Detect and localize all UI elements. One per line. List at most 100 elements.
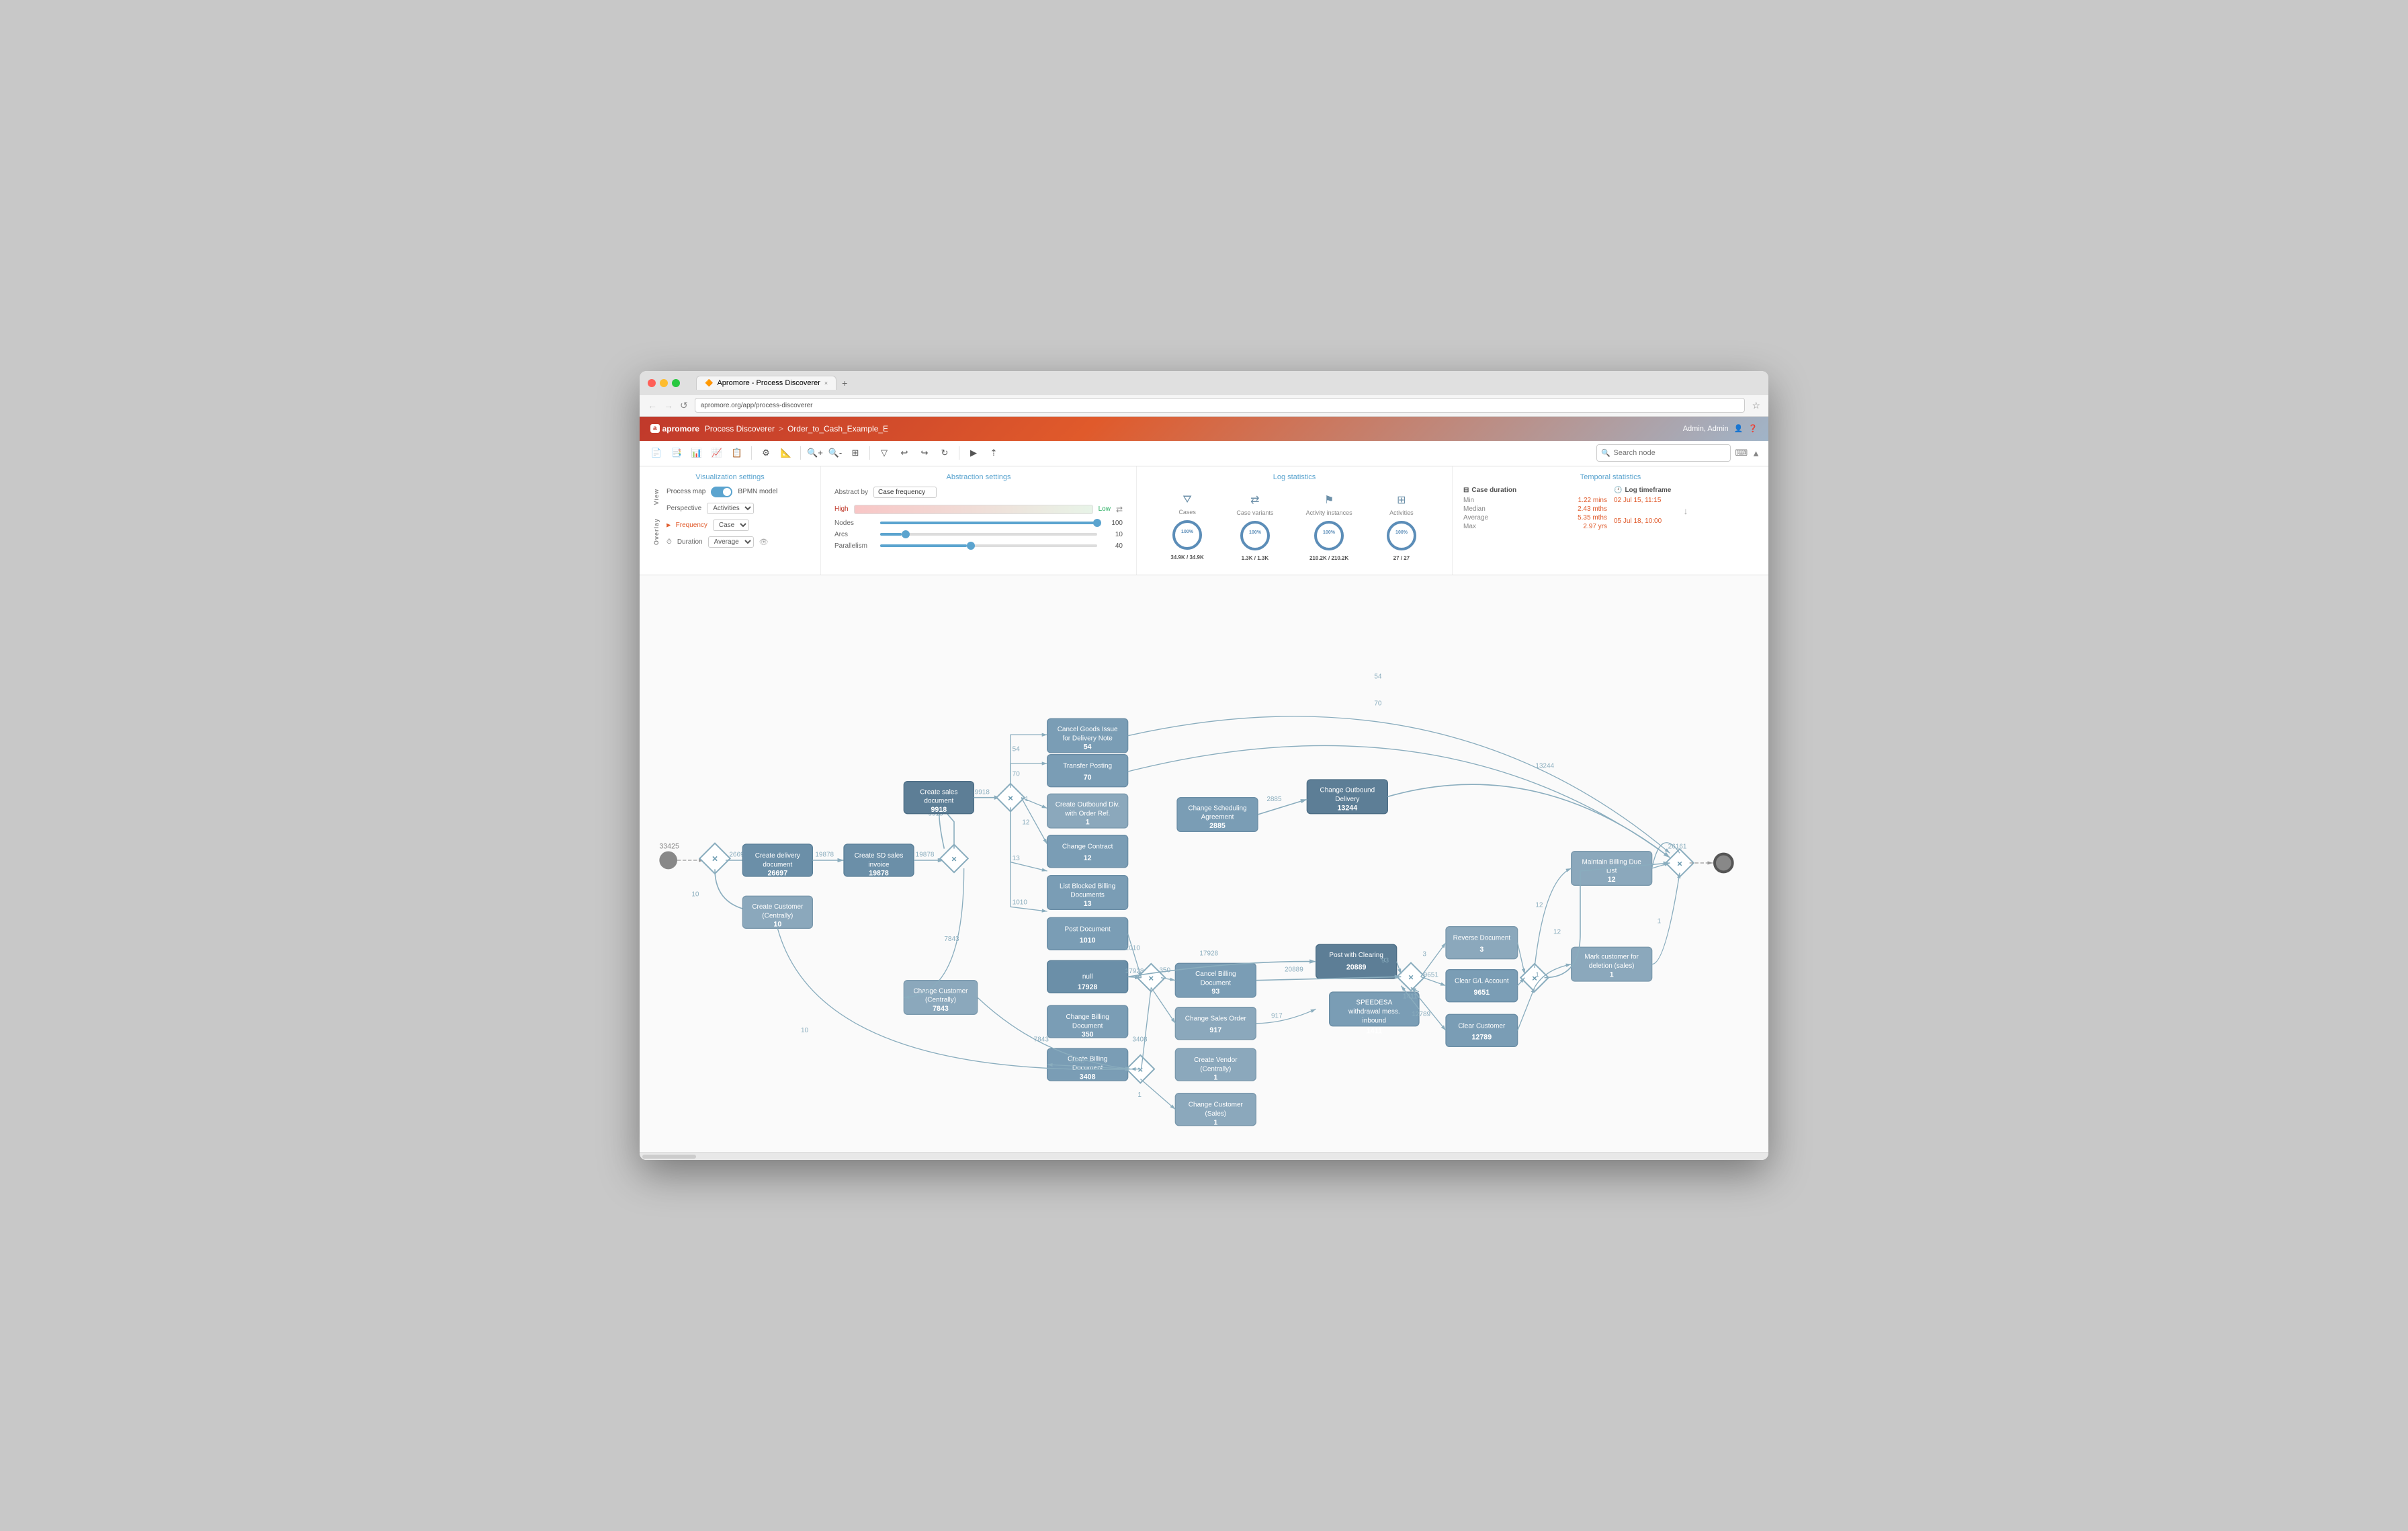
forward-button[interactable]: → [664,400,673,411]
end-event [1715,854,1733,872]
search-icon: 🔍 [1601,449,1610,458]
breadcrumb-process-discoverer[interactable]: Process Discoverer [705,424,775,433]
node-change-sales[interactable] [1175,1007,1256,1039]
node-clear-customer[interactable] [1446,1014,1518,1046]
filter-button[interactable]: ▽ [875,444,893,462]
redo-button[interactable]: ↪ [916,444,933,462]
cases-label: Cases [1178,509,1196,515]
nav-bar: ← → ↺ apromore.org/app/process-discovere… [640,395,1768,417]
node-pc-label: Post with Clearing [1329,952,1383,959]
node-outbound-label2: with Order Ref. [1064,810,1110,817]
play-button[interactable]: ▶ [965,444,982,462]
log-stats-items: ⛛ Cases 100% 34.9K / 34.9K ⇄ Case varian… [1148,487,1441,568]
app-header: a apromore Process Discoverer > Order_to… [640,417,1768,441]
variants-stat: ⇄ Case variants 100% 1.3K / 1.3K [1236,493,1273,561]
node-reverse[interactable] [1446,926,1518,958]
perspective-select[interactable]: Activities [707,503,754,514]
new-tab-button[interactable]: + [842,378,847,388]
bookmark-icon[interactable]: ☆ [1752,400,1760,411]
node-null-label: null [1082,973,1093,981]
view-toggle[interactable] [711,487,732,497]
process-diagram-area[interactable]: 33425 × 26697 10 Create delivery documen… [640,575,1768,1152]
zoom-out-button[interactable]: 🔍- [826,444,844,462]
edge-g3-cancel [1010,735,1047,788]
zoom-in-button[interactable]: 🔍+ [806,444,824,462]
node-transfer[interactable] [1047,754,1128,786]
toolbar-btn-4[interactable]: 📈 [708,444,726,462]
keyboard-icon[interactable]: ⌨ [1735,448,1748,458]
node-cancel-count: 54 [1084,743,1092,751]
fit-button[interactable]: ⊞ [847,444,864,462]
logo-icon: a [650,424,660,433]
duration-select[interactable]: Average [708,536,754,548]
address-bar[interactable]: apromore.org/app/process-discoverer [695,398,1746,413]
arcs-slider[interactable] [880,533,1097,536]
collapse-button[interactable]: ▲ [1752,448,1760,458]
cases-icon: ⛛ [1182,494,1191,506]
node-pc-count: 20889 [1346,963,1367,971]
frequency-select[interactable]: Case [713,520,749,531]
abstract-by-dropdown[interactable]: Case frequency [873,487,937,498]
user-name: Admin, Admin [1683,425,1729,433]
swap-icon[interactable]: ⇄ [1116,505,1123,514]
activities-label: Activities [1389,509,1414,516]
node-rev-label: Reverse Document [1453,934,1511,942]
node-post-label: Post Document [1065,925,1111,933]
toolbar-btn-1[interactable]: 📄 [648,444,665,462]
close-button[interactable] [648,379,656,387]
perspective-row: Perspective Activities [666,503,810,514]
node-customer-label: Create Customer [752,903,804,911]
duration-toggle-icon[interactable]: 👁 [759,538,769,546]
toolbar-btn-3[interactable]: 📊 [688,444,705,462]
toolbar-btn-7[interactable]: 📐 [777,444,795,462]
node-sd-label: Create SD sales [855,852,904,860]
node-contract-label: Change Contract [1062,843,1113,850]
toolbar-btn-5[interactable]: 📋 [728,444,746,462]
node-post-doc[interactable] [1047,917,1128,950]
node-list-label2: Documents [1070,891,1105,899]
reload-button[interactable]: ↺ [680,400,688,411]
minimize-button[interactable] [660,379,668,387]
node-contract[interactable] [1047,835,1128,867]
label-19878: 19878 [815,851,834,858]
label-10: 10 [691,891,699,898]
help-icon[interactable]: ❓ [1748,424,1758,433]
overlay-label: Overlay [653,518,660,545]
scrollbar-thumb[interactable] [642,1155,696,1159]
process-diagram-svg: 33425 × 26697 10 Create delivery documen… [640,575,1768,1149]
edge-rev-g6 [1518,942,1525,974]
node-delivery-label2: document [763,861,792,868]
maximize-button[interactable] [672,379,680,387]
node-sched-count: 2885 [1209,822,1226,830]
node-sp-label3: inbound [1363,1017,1387,1024]
node-cv-label: Create Vendor [1194,1057,1238,1064]
node-sales-label2: document [924,797,953,804]
duration-icon: ⏱ [666,538,672,546]
node-contract-count: 12 [1084,854,1092,862]
node-sp-count: 1411 [1367,1027,1382,1035]
browser-tab[interactable]: 🔶 Apromore - Process Discoverer × [696,376,836,390]
search-input[interactable] [1596,444,1731,462]
log-timeframe-col: 🕐 Log timeframe 02 Jul 15, 11:15 ↓ 05 Ju… [1614,487,1758,532]
node-clear-gl[interactable] [1446,969,1518,1001]
instances-value: 210.2K / 210.2K [1309,555,1348,561]
activities-icon: ⊞ [1397,493,1406,507]
refresh-button[interactable]: ↻ [936,444,953,462]
toolbar-btn-6[interactable]: ⚙ [757,444,775,462]
back-button[interactable]: ← [648,400,657,411]
parallelism-slider[interactable] [880,544,1097,547]
share-button[interactable]: ⇡ [985,444,1002,462]
tab-close-button[interactable]: × [824,380,828,386]
label-10-2: 10 [801,1027,809,1034]
node-transfer-count: 70 [1084,774,1092,782]
node-sp-label: SPEEDESA [1356,999,1392,1006]
gateway-3-label: × [1008,793,1013,803]
node-clcust-label: Clear Customer [1458,1022,1506,1030]
undo-button[interactable]: ↩ [896,444,913,462]
start-date-row: 02 Jul 15, 11:15 [1614,497,1758,504]
toolbar-btn-2[interactable]: 📑 [668,444,685,462]
case-duration-icon: ⊟ [1463,487,1469,494]
label-mb: 12 [1535,901,1543,909]
nodes-slider[interactable] [880,522,1097,524]
label-3408-2: 3408 [1070,1057,1085,1065]
